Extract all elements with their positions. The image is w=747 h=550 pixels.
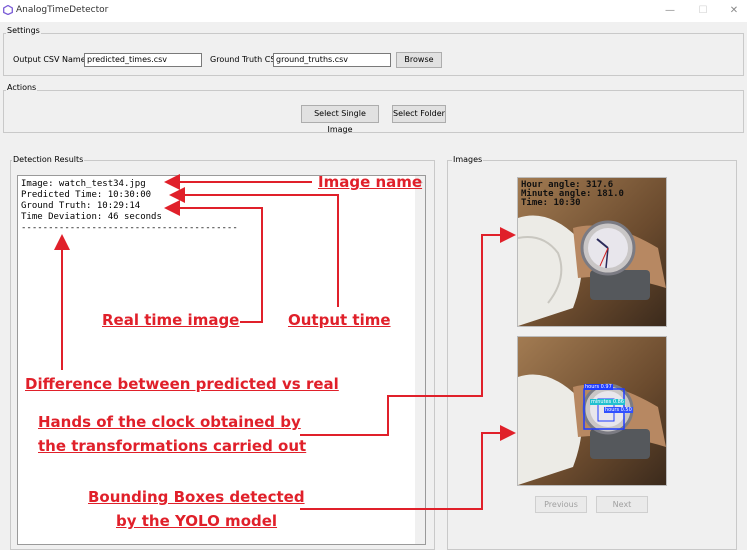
maximize-icon[interactable]: ☐ bbox=[695, 4, 711, 18]
minimize-icon[interactable]: — bbox=[662, 4, 678, 18]
annotation-bbox-line1: Bounding Boxes detected bbox=[88, 488, 305, 506]
output-csv-input[interactable]: predicted_times.csv bbox=[84, 53, 202, 67]
next-button[interactable]: Next bbox=[596, 496, 648, 513]
settings-group-label: Settings bbox=[6, 26, 41, 35]
results-scrollbar[interactable] bbox=[415, 176, 425, 544]
result-line-image: Image: watch_test34.jpg bbox=[21, 179, 146, 189]
result-line-separator: ---------------------------------------- bbox=[21, 223, 238, 233]
result-line-ground-truth: Ground Truth: 10:29:14 bbox=[21, 201, 141, 211]
bbox-label-3: hours 0.50 bbox=[604, 407, 633, 413]
select-folder-button[interactable]: Select Folder bbox=[392, 105, 446, 123]
browse-button[interactable]: Browse bbox=[396, 52, 442, 68]
overlay-time: Time: 10:30 bbox=[521, 198, 581, 208]
detection-results-label: Detection Results bbox=[12, 155, 85, 164]
result-line-predicted: Predicted Time: 10:30:00 bbox=[21, 190, 152, 200]
annotation-hands-line2: the transformations carried out bbox=[38, 437, 307, 455]
close-icon[interactable]: ✕ bbox=[726, 4, 742, 18]
output-csv-label: Output CSV Name: bbox=[13, 55, 89, 64]
annotation-output-time: Output time bbox=[288, 311, 391, 329]
images-group-label: Images bbox=[452, 155, 484, 164]
annotation-real-time: Real time image bbox=[102, 311, 240, 329]
yolo-photo-drawing bbox=[518, 337, 666, 485]
app-icon bbox=[3, 5, 13, 15]
result-line-deviation: Time Deviation: 46 seconds bbox=[21, 212, 162, 222]
bbox-label-2: minutes 0.86 bbox=[590, 399, 625, 405]
bbox-label-1: hours 0.97 bbox=[584, 384, 613, 390]
window-title: AnalogTimeDetector bbox=[16, 5, 109, 15]
annotation-difference: Difference between predicted vs real bbox=[25, 375, 339, 393]
actions-group-label: Actions bbox=[6, 83, 38, 92]
annotation-image-name: Image name bbox=[318, 173, 423, 191]
ground-truth-input[interactable]: ground_truths.csv bbox=[273, 53, 391, 67]
yolo-result-image: hours 0.97 minutes 0.86 hours 0.50 bbox=[518, 337, 666, 485]
annotation-hands-line1: Hands of the clock obtained by bbox=[38, 413, 301, 431]
previous-button[interactable]: Previous bbox=[535, 496, 587, 513]
select-single-image-button[interactable]: Select Single Image bbox=[301, 105, 379, 134]
annotation-bbox-line2: by the YOLO model bbox=[116, 512, 278, 530]
title-bar: AnalogTimeDetector — ☐ ✕ bbox=[0, 0, 747, 22]
hands-result-image: Hour angle: 317.6 Minute angle: 181.0 Ti… bbox=[518, 178, 666, 326]
